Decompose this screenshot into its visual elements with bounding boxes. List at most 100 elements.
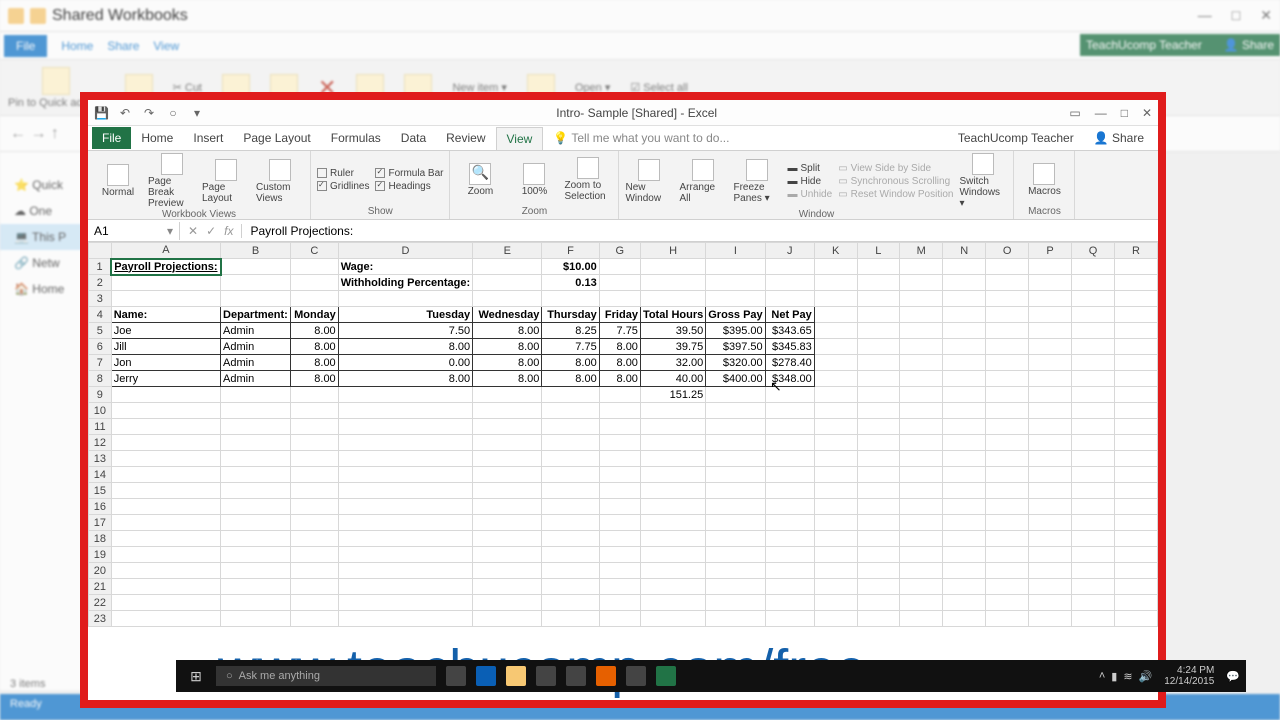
cell-M20[interactable] [900,563,943,579]
cell-G11[interactable] [599,419,640,435]
cell-B15[interactable] [221,483,291,499]
cell-K5[interactable] [814,323,857,339]
cell-F20[interactable] [542,563,599,579]
cell-Q23[interactable] [1071,611,1114,627]
cell-A4[interactable]: Name: [111,307,220,323]
cell-J16[interactable] [765,499,814,515]
cell-M23[interactable] [900,611,943,627]
cell-I7[interactable]: $320.00 [706,355,765,371]
cell-B5[interactable]: Admin [221,323,291,339]
cell-K12[interactable] [814,435,857,451]
cell-R3[interactable] [1115,291,1158,307]
cell-E1[interactable] [473,259,542,275]
cell-G1[interactable] [599,259,640,275]
cell-L20[interactable] [857,563,900,579]
pagelayout-button[interactable]: Page Layout [202,159,250,204]
ruler-check[interactable]: Ruler [317,168,369,179]
cell-E5[interactable]: 8.00 [473,323,542,339]
row-header-21[interactable]: 21 [89,579,112,595]
cell-E13[interactable] [473,451,542,467]
cell-G4[interactable]: Friday [599,307,640,323]
cell-A17[interactable] [111,515,220,531]
cell-C19[interactable] [290,547,338,563]
cell-H8[interactable]: 40.00 [640,371,705,387]
cell-O10[interactable] [986,403,1029,419]
cell-K6[interactable] [814,339,857,355]
cell-E17[interactable] [473,515,542,531]
cell-I2[interactable] [706,275,765,291]
cell-N14[interactable] [943,467,986,483]
row-header-19[interactable]: 19 [89,547,112,563]
tab-file[interactable]: File [92,127,131,149]
cell-H7[interactable]: 32.00 [640,355,705,371]
cell-N19[interactable] [943,547,986,563]
redo-icon[interactable]: ↷ [142,106,156,120]
cell-C3[interactable] [290,291,338,307]
cell-N13[interactable] [943,451,986,467]
cell-J15[interactable] [765,483,814,499]
cell-A8[interactable]: Jerry [111,371,220,387]
cell-D16[interactable] [338,499,472,515]
col-header-B[interactable]: B [221,243,291,259]
calc-icon[interactable] [626,666,646,686]
cell-K17[interactable] [814,515,857,531]
col-header-L[interactable]: L [857,243,900,259]
cell-D11[interactable] [338,419,472,435]
row-header-22[interactable]: 22 [89,595,112,611]
cell-I20[interactable] [706,563,765,579]
cell-Q18[interactable] [1071,531,1114,547]
cell-E12[interactable] [473,435,542,451]
tab-share[interactable]: Share [107,39,139,53]
cell-O20[interactable] [986,563,1029,579]
cell-P3[interactable] [1029,291,1072,307]
excel-icon[interactable] [656,666,676,686]
row-header-16[interactable]: 16 [89,499,112,515]
cell-E11[interactable] [473,419,542,435]
cell-E23[interactable] [473,611,542,627]
cell-K4[interactable] [814,307,857,323]
cell-H18[interactable] [640,531,705,547]
cell-A1[interactable]: Payroll Projections: [111,259,220,275]
cell-L7[interactable] [857,355,900,371]
cell-Q7[interactable] [1071,355,1114,371]
cell-O14[interactable] [986,467,1029,483]
cell-L15[interactable] [857,483,900,499]
cell-E18[interactable] [473,531,542,547]
cell-P1[interactable] [1029,259,1072,275]
cell-B22[interactable] [221,595,291,611]
row-header-23[interactable]: 23 [89,611,112,627]
cell-B11[interactable] [221,419,291,435]
cell-J4[interactable]: Net Pay [765,307,814,323]
cell-P23[interactable] [1029,611,1072,627]
cell-D8[interactable]: 8.00 [338,371,472,387]
cell-G2[interactable] [599,275,640,291]
row-header-13[interactable]: 13 [89,451,112,467]
cell-H17[interactable] [640,515,705,531]
cell-J3[interactable] [765,291,814,307]
cell-P12[interactable] [1029,435,1072,451]
cell-E7[interactable]: 8.00 [473,355,542,371]
maximize-icon[interactable]: □ [1121,106,1128,120]
cell-N18[interactable] [943,531,986,547]
cell-B17[interactable] [221,515,291,531]
cell-I19[interactable] [706,547,765,563]
arrange-button[interactable]: Arrange All [679,159,727,204]
cell-B19[interactable] [221,547,291,563]
cell-K20[interactable] [814,563,857,579]
cell-J12[interactable] [765,435,814,451]
cell-R1[interactable] [1115,259,1158,275]
col-header-H[interactable]: H [640,243,705,259]
cell-B6[interactable]: Admin [221,339,291,355]
split-button[interactable]: ▬ Split [787,163,832,174]
cell-Q10[interactable] [1071,403,1114,419]
cell-C21[interactable] [290,579,338,595]
cell-M2[interactable] [900,275,943,291]
cell-B4[interactable]: Department: [221,307,291,323]
cell-H15[interactable] [640,483,705,499]
tell-me[interactable]: 💡 Tell me what you want to do... [543,127,739,149]
cell-R15[interactable] [1115,483,1158,499]
cell-K7[interactable] [814,355,857,371]
name-box[interactable]: A1▾ [88,222,180,240]
cell-F9[interactable] [542,387,599,403]
cell-L6[interactable] [857,339,900,355]
